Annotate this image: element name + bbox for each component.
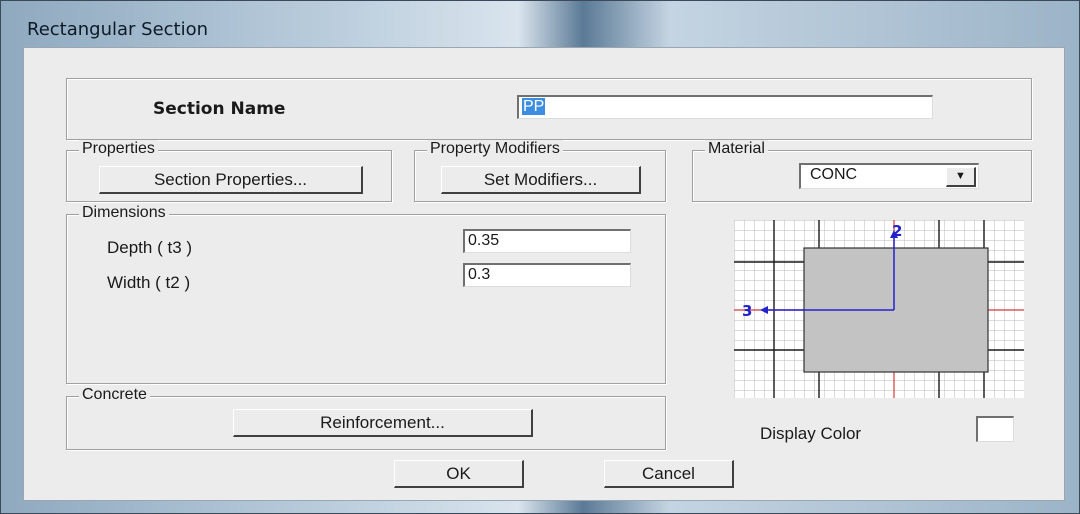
display-color-swatch[interactable]	[976, 416, 1014, 442]
concrete-group: Concrete Reinforcement...	[66, 386, 666, 450]
concrete-group-label: Concrete	[79, 386, 150, 404]
section-name-value: PP	[522, 98, 546, 115]
display-color-label: Display Color	[760, 424, 862, 443]
reinforcement-button[interactable]: Reinforcement...	[233, 409, 533, 437]
section-preview-drawing: 2 3	[734, 220, 1024, 398]
window-title: Rectangular Section	[27, 19, 209, 40]
section-name-label: Section Name	[153, 99, 286, 119]
ok-button[interactable]: OK	[394, 460, 524, 488]
material-group-label: Material	[705, 140, 768, 158]
dimensions-group-label: Dimensions	[79, 204, 169, 222]
dialog-window: Rectangular Section Section Name PP Prop…	[0, 0, 1080, 514]
material-selected-value: CONC	[810, 166, 858, 183]
axis-3-label: 3	[742, 302, 752, 320]
dialog-body: Section Name PP Properties Section Prope…	[23, 47, 1065, 501]
title-bar[interactable]: Rectangular Section	[1, 1, 1079, 45]
dimensions-group: Dimensions Depth ( t3 ) 0.35 Width ( t2 …	[66, 204, 666, 384]
width-label: Width ( t2 )	[107, 273, 191, 292]
section-name-group: Section Name PP	[66, 78, 1032, 140]
depth-input[interactable]: 0.35	[463, 229, 631, 253]
material-select[interactable]: CONC ▼	[799, 163, 979, 189]
width-input[interactable]: 0.3	[463, 263, 631, 287]
axis-2-label: 2	[892, 222, 902, 240]
material-group: Material CONC ▼	[692, 140, 1032, 202]
chevron-down-icon[interactable]: ▼	[946, 167, 976, 187]
section-preview: 2 3	[734, 220, 1024, 398]
set-modifiers-button[interactable]: Set Modifiers...	[441, 166, 641, 194]
property-modifiers-group: Property Modifiers Set Modifiers...	[414, 140, 666, 202]
section-properties-button[interactable]: Section Properties...	[99, 166, 363, 194]
depth-label: Depth ( t3 )	[107, 238, 193, 257]
property-modifiers-group-label: Property Modifiers	[427, 140, 563, 158]
properties-group-label: Properties	[79, 140, 158, 158]
properties-group: Properties Section Properties...	[66, 140, 392, 202]
section-name-input[interactable]: PP	[517, 95, 933, 119]
cancel-button[interactable]: Cancel	[604, 460, 734, 488]
